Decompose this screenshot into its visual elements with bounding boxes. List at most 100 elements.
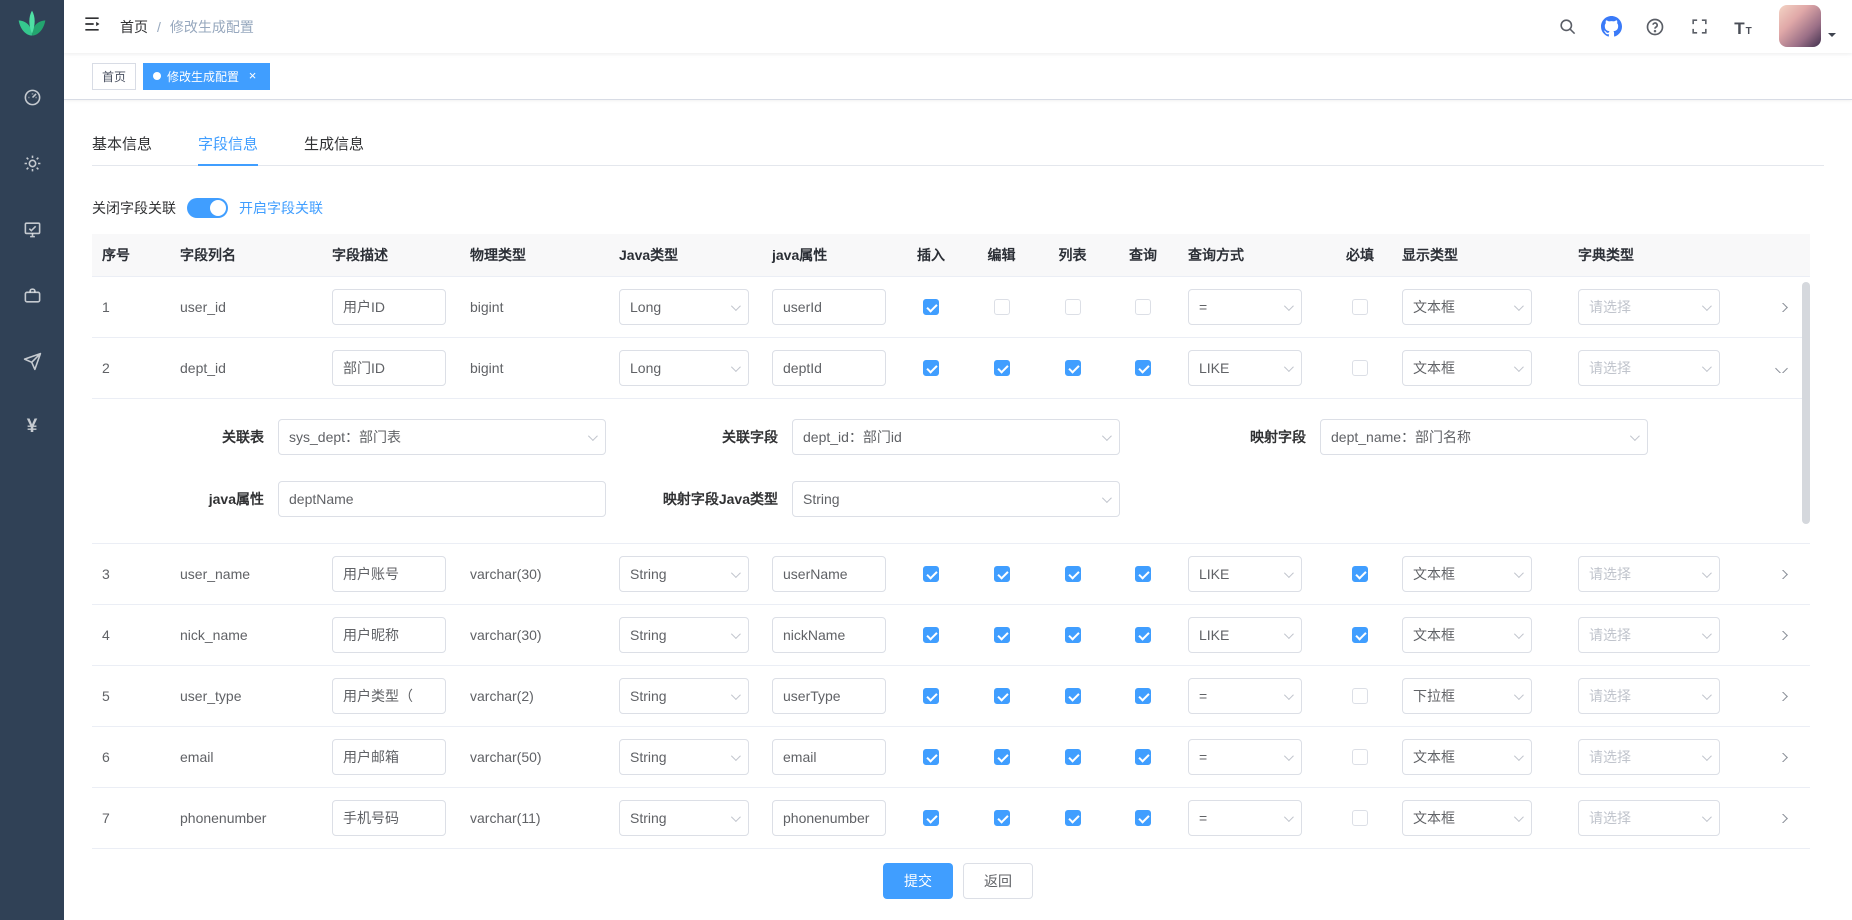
tab-basic-info[interactable]: 基本信息: [92, 126, 152, 166]
dict-type-select[interactable]: 请选择: [1578, 556, 1720, 592]
list-checkbox[interactable]: [1065, 566, 1081, 582]
java-prop-input[interactable]: [772, 556, 886, 592]
query-type-select[interactable]: =: [1188, 678, 1302, 714]
expand-row-icon[interactable]: [1775, 570, 1788, 579]
java-prop-input[interactable]: [772, 678, 886, 714]
required-checkbox[interactable]: [1352, 566, 1368, 582]
sidebar-item-pay[interactable]: ¥: [0, 394, 64, 460]
insert-checkbox[interactable]: [923, 299, 939, 315]
dict-type-select[interactable]: 请选择: [1578, 350, 1720, 386]
relation-switch[interactable]: [187, 198, 228, 218]
search-icon[interactable]: [1549, 9, 1585, 45]
sidebar-item-tool[interactable]: [0, 262, 64, 328]
java-type-select[interactable]: String: [619, 800, 749, 836]
column-desc-input[interactable]: [332, 678, 446, 714]
list-checkbox[interactable]: [1065, 688, 1081, 704]
dict-type-select[interactable]: 请选择: [1578, 739, 1720, 775]
edit-checkbox[interactable]: [994, 566, 1010, 582]
list-checkbox[interactable]: [1065, 627, 1081, 643]
query-checkbox[interactable]: [1135, 299, 1151, 315]
java-prop-input[interactable]: [772, 350, 886, 386]
detail-java_prop-input[interactable]: [278, 481, 606, 517]
detail-relation_table-select[interactable]: sys_dept：部门表: [278, 419, 606, 455]
back-button[interactable]: 返回: [963, 863, 1033, 899]
java-prop-input[interactable]: [772, 617, 886, 653]
column-desc-input[interactable]: [332, 800, 446, 836]
detail-map_java_type-select[interactable]: String: [792, 481, 1120, 517]
java-prop-input[interactable]: [772, 800, 886, 836]
html-type-select[interactable]: 文本框: [1402, 739, 1532, 775]
column-desc-input[interactable]: [332, 617, 446, 653]
java-type-select[interactable]: String: [619, 617, 749, 653]
avatar[interactable]: [1779, 5, 1821, 47]
java-type-select[interactable]: Long: [619, 350, 749, 386]
required-checkbox[interactable]: [1352, 749, 1368, 765]
html-type-select[interactable]: 下拉框: [1402, 678, 1532, 714]
submit-button[interactable]: 提交: [883, 863, 953, 899]
query-checkbox[interactable]: [1135, 566, 1151, 582]
java-prop-input[interactable]: [772, 739, 886, 775]
edit-checkbox[interactable]: [994, 299, 1010, 315]
edit-checkbox[interactable]: [994, 360, 1010, 376]
insert-checkbox[interactable]: [923, 688, 939, 704]
dict-type-select[interactable]: 请选择: [1578, 678, 1720, 714]
github-icon[interactable]: [1593, 9, 1629, 45]
required-checkbox[interactable]: [1352, 627, 1368, 643]
close-icon[interactable]: ×: [245, 69, 260, 84]
query-type-select[interactable]: LIKE: [1188, 556, 1302, 592]
dict-type-select[interactable]: 请选择: [1578, 617, 1720, 653]
required-checkbox[interactable]: [1352, 299, 1368, 315]
edit-checkbox[interactable]: [994, 688, 1010, 704]
tag-home[interactable]: 首页: [92, 63, 136, 90]
query-type-select[interactable]: LIKE: [1188, 350, 1302, 386]
sidebar-item-dashboard[interactable]: [0, 64, 64, 130]
tab-gen-info[interactable]: 生成信息: [304, 126, 364, 166]
html-type-select[interactable]: 文本框: [1402, 350, 1532, 386]
query-checkbox[interactable]: [1135, 360, 1151, 376]
user-menu[interactable]: [1779, 5, 1836, 49]
column-desc-input[interactable]: [332, 289, 446, 325]
dict-type-select[interactable]: 请选择: [1578, 289, 1720, 325]
help-icon[interactable]: [1637, 9, 1673, 45]
edit-checkbox[interactable]: [994, 810, 1010, 826]
edit-checkbox[interactable]: [994, 627, 1010, 643]
java-prop-input[interactable]: [772, 289, 886, 325]
app-logo[interactable]: [0, 0, 64, 52]
list-checkbox[interactable]: [1065, 749, 1081, 765]
required-checkbox[interactable]: [1352, 810, 1368, 826]
java-type-select[interactable]: String: [619, 678, 749, 714]
table-scrollbar[interactable]: [1802, 282, 1810, 524]
fullscreen-icon[interactable]: [1681, 9, 1717, 45]
query-type-select[interactable]: =: [1188, 289, 1302, 325]
query-checkbox[interactable]: [1135, 627, 1151, 643]
tab-field-info[interactable]: 字段信息: [198, 126, 258, 166]
font-size-icon[interactable]: TT: [1725, 9, 1761, 45]
list-checkbox[interactable]: [1065, 810, 1081, 826]
insert-checkbox[interactable]: [923, 360, 939, 376]
query-type-select[interactable]: =: [1188, 800, 1302, 836]
query-checkbox[interactable]: [1135, 810, 1151, 826]
sidebar-item-system[interactable]: [0, 130, 64, 196]
sidebar-item-monitor[interactable]: [0, 196, 64, 262]
expand-row-icon[interactable]: [1775, 303, 1788, 312]
insert-checkbox[interactable]: [923, 749, 939, 765]
java-type-select[interactable]: String: [619, 739, 749, 775]
query-type-select[interactable]: =: [1188, 739, 1302, 775]
detail-relation_field-select[interactable]: dept_id：部门id: [792, 419, 1120, 455]
column-desc-input[interactable]: [332, 739, 446, 775]
detail-map_field-select[interactable]: dept_name：部门名称: [1320, 419, 1648, 455]
sidebar-toggle-button[interactable]: [70, 0, 114, 53]
sidebar-item-guide[interactable]: [0, 328, 64, 394]
java-type-select[interactable]: String: [619, 556, 749, 592]
tag-current[interactable]: 修改生成配置 ×: [143, 63, 270, 90]
java-type-select[interactable]: Long: [619, 289, 749, 325]
list-checkbox[interactable]: [1065, 299, 1081, 315]
required-checkbox[interactable]: [1352, 688, 1368, 704]
column-desc-input[interactable]: [332, 556, 446, 592]
html-type-select[interactable]: 文本框: [1402, 800, 1532, 836]
insert-checkbox[interactable]: [923, 627, 939, 643]
expand-row-icon[interactable]: [1775, 753, 1788, 762]
insert-checkbox[interactable]: [923, 810, 939, 826]
html-type-select[interactable]: 文本框: [1402, 289, 1532, 325]
query-type-select[interactable]: LIKE: [1188, 617, 1302, 653]
